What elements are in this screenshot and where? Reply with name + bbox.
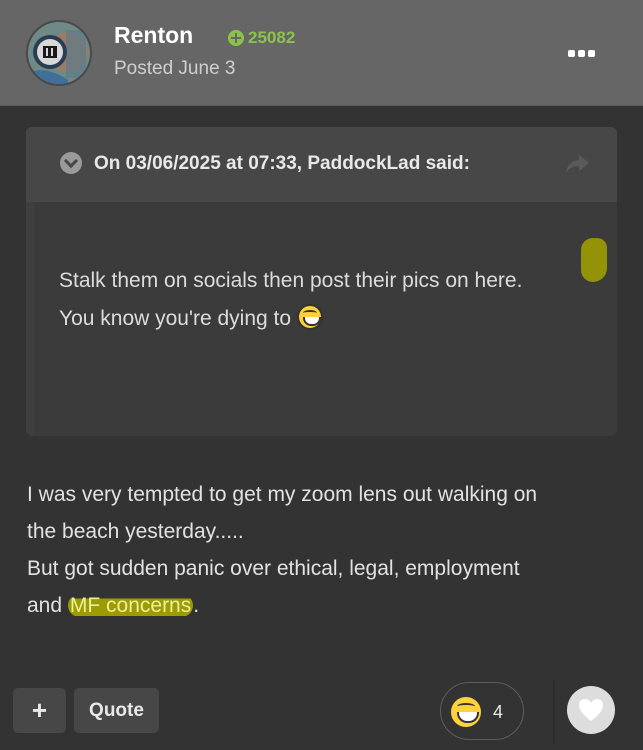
post-date[interactable]: Posted June 3 xyxy=(114,58,235,80)
quote-line: Stalk them on socials then post their pi… xyxy=(59,269,523,292)
divider xyxy=(553,680,555,744)
highlighter-mark xyxy=(581,238,607,282)
quote-block: On 03/06/2025 at 07:33, PaddockLad said:… xyxy=(26,127,617,436)
grin-emoji-icon xyxy=(449,695,483,729)
more-options-icon[interactable] xyxy=(568,50,598,60)
post-line: But got sudden panic over ethical, legal… xyxy=(27,557,520,580)
reactions-button[interactable]: 4 xyxy=(440,682,524,740)
grin-emoji-icon xyxy=(296,304,323,330)
post-line: I was very tempted to get my zoom lens o… xyxy=(27,483,538,506)
heart-icon xyxy=(579,699,603,721)
reputation-plus-icon xyxy=(228,30,244,46)
reputation-count: 25082 xyxy=(248,28,296,47)
post-body: I was very tempted to get my zoom lens o… xyxy=(27,476,627,624)
post-line: and MF concerns. xyxy=(27,594,200,617)
avatar[interactable] xyxy=(26,20,92,86)
quote-line: You know you're dying to xyxy=(59,300,599,338)
quote-header[interactable]: On 03/06/2025 at 07:33, PaddockLad said: xyxy=(26,127,617,202)
post-header: Renton 25082 Posted June 3 xyxy=(0,0,643,106)
highlighted-text: MF concerns xyxy=(67,594,194,617)
share-icon[interactable] xyxy=(564,153,590,175)
react-button[interactable] xyxy=(567,686,615,734)
reputation-badge: 25082 xyxy=(228,28,295,48)
author-name[interactable]: Renton xyxy=(114,22,193,49)
chevron-down-icon[interactable] xyxy=(60,152,82,174)
quote-text: Stalk them on socials then post their pi… xyxy=(59,262,599,338)
quote-citation: On 03/06/2025 at 07:33, PaddockLad said: xyxy=(94,153,470,174)
multiquote-button[interactable]: + xyxy=(13,688,66,733)
reaction-count: 4 xyxy=(493,702,504,722)
quote-button[interactable]: Quote xyxy=(74,688,159,733)
post-line: the beach yesterday..... xyxy=(27,520,244,543)
